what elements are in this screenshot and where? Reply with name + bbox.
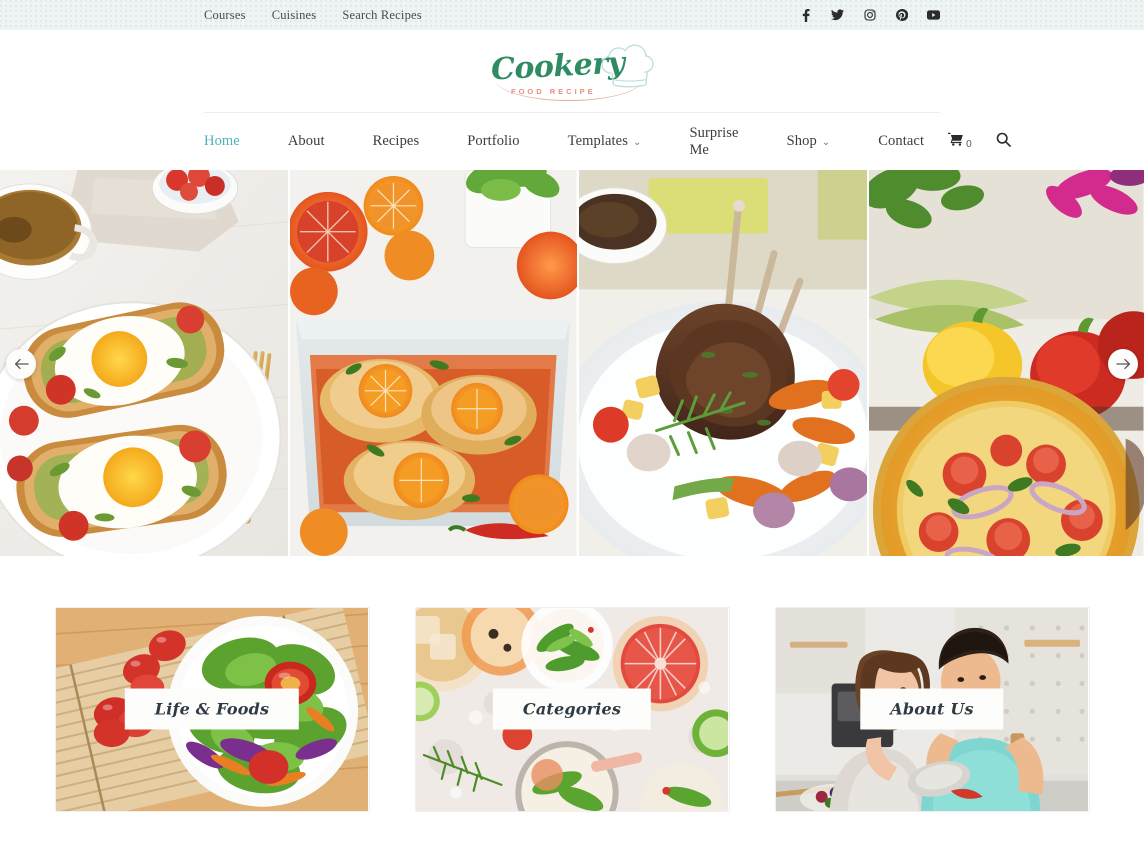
nav-actions: 0 xyxy=(948,132,1011,152)
nav-label: Shop xyxy=(786,133,817,149)
card-label: Life & Foods xyxy=(124,688,300,730)
category-cards: Life & Foods Categories About Us xyxy=(0,558,1144,856)
carousel-slide-rack-of-lamb[interactable] xyxy=(578,170,868,558)
card-categories[interactable]: Categories xyxy=(414,606,730,812)
cart-count: 0 xyxy=(966,139,972,150)
nav-label: Templates xyxy=(567,133,628,149)
card-label: Categories xyxy=(492,688,652,730)
search-button[interactable] xyxy=(996,132,1011,152)
search-icon xyxy=(996,132,1011,152)
nav-item-recipes[interactable]: Recipes xyxy=(349,133,444,150)
card-label: About Us xyxy=(860,688,1004,730)
baked-chicken-oranges-image xyxy=(290,170,577,556)
card-about-us[interactable]: About Us xyxy=(774,606,1090,812)
shopping-cart-icon xyxy=(948,132,964,151)
chevron-down-icon: ⌄ xyxy=(632,137,642,148)
top-bar-nav: Courses Cuisines Search Recipes xyxy=(204,8,422,23)
chevron-down-icon: ⌄ xyxy=(821,137,831,148)
nav-item-shop[interactable]: Shop ⌄ xyxy=(763,133,855,150)
nav-label: Contact xyxy=(878,133,925,149)
carousel-slide-baked-chicken[interactable] xyxy=(290,170,577,558)
arrow-right-icon xyxy=(1115,358,1130,370)
nav-label: Recipes xyxy=(372,133,420,149)
nav-label: Home xyxy=(204,133,240,149)
vegetable-pizza-image xyxy=(869,170,1144,556)
nav-item-surprise-me[interactable]: Surprise Me xyxy=(665,125,762,159)
social-links xyxy=(799,8,940,22)
nav-label: About xyxy=(287,133,325,149)
topbar-link-cuisines[interactable]: Cuisines xyxy=(272,8,317,23)
avocado-toast-eggs-image xyxy=(0,170,289,556)
carousel-prev-button[interactable] xyxy=(6,349,36,379)
card-life-and-foods[interactable]: Life & Foods xyxy=(54,606,370,812)
top-bar: Courses Cuisines Search Recipes xyxy=(0,0,1144,30)
nav-item-home[interactable]: Home xyxy=(204,133,264,150)
nav-label: Portfolio xyxy=(467,133,520,149)
nav-item-about[interactable]: About xyxy=(264,133,349,150)
twitter-icon[interactable] xyxy=(831,9,844,22)
logo-tagline: FOOD RECIPE xyxy=(511,87,596,96)
rack-of-lamb-vegetables-image xyxy=(578,170,868,556)
arrow-left-icon xyxy=(14,358,29,370)
hero-carousel[interactable] xyxy=(0,170,1144,558)
carousel-slide-avocado-toast[interactable] xyxy=(0,170,289,558)
topbar-link-courses[interactable]: Courses xyxy=(204,8,246,23)
nav-label: Surprise Me xyxy=(689,124,739,158)
pinterest-icon[interactable] xyxy=(895,9,908,22)
nav-item-portfolio[interactable]: Portfolio xyxy=(443,133,543,150)
instagram-icon[interactable] xyxy=(863,9,876,22)
cart-button[interactable]: 0 xyxy=(948,132,972,151)
main-navigation: Home About Recipes Portfolio Templates ⌄ … xyxy=(0,113,1144,170)
facebook-icon[interactable] xyxy=(799,8,812,22)
site-logo[interactable]: Cookery FOOD RECIPE xyxy=(0,30,1144,112)
nav-item-templates[interactable]: Templates ⌄ xyxy=(544,133,666,150)
nav-item-contact[interactable]: Contact xyxy=(854,133,948,150)
carousel-next-button[interactable] xyxy=(1108,349,1138,379)
primary-menu: Home About Recipes Portfolio Templates ⌄ … xyxy=(204,125,948,159)
carousel-slide-vegetable-pizza[interactable] xyxy=(869,170,1144,558)
chef-hat-icon xyxy=(599,43,661,94)
topbar-link-search-recipes[interactable]: Search Recipes xyxy=(342,8,422,23)
youtube-icon[interactable] xyxy=(927,9,940,22)
